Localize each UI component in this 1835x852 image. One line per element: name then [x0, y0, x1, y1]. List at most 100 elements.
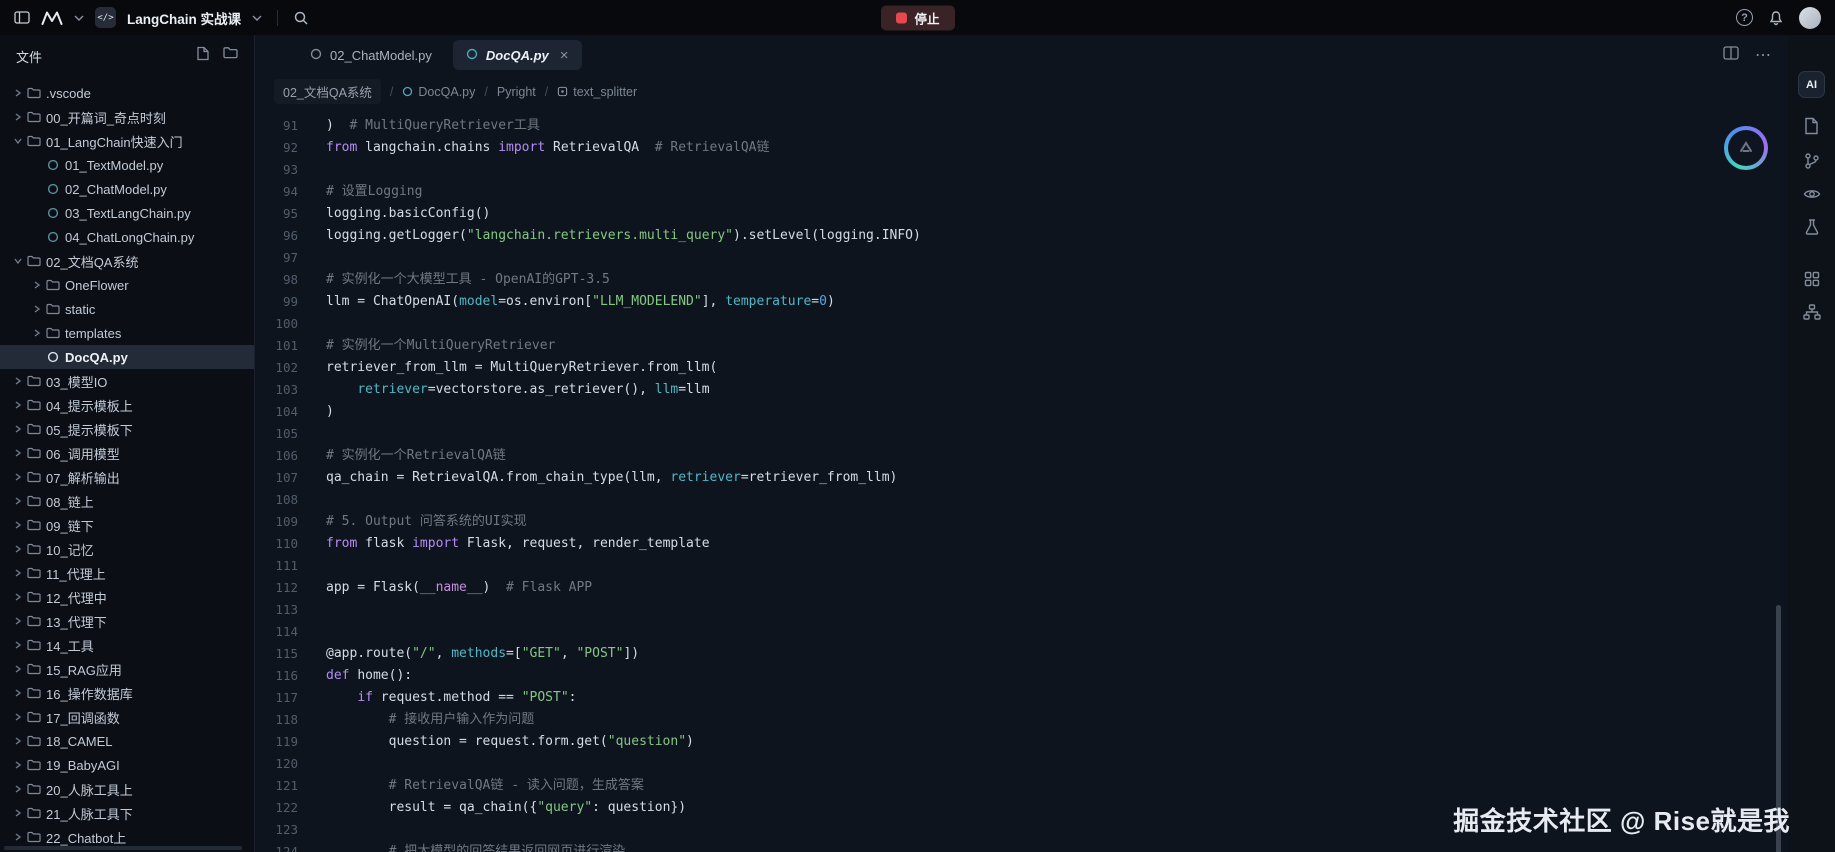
tree-file-04_ChatLongChain.py[interactable]: 04_ChatLongChain.py — [0, 225, 254, 249]
tree-folder-02_文档QA系统[interactable]: 02_文档QA系统 — [0, 249, 254, 273]
tree-folder-08_链上[interactable]: 08_链上 — [0, 489, 254, 513]
tree-folder-18_CAMEL[interactable]: 18_CAMEL — [0, 729, 254, 753]
tree-folder-05_提示模板下[interactable]: 05_提示模板下 — [0, 417, 254, 441]
tree-folder-10_记忆[interactable]: 10_记忆 — [0, 537, 254, 561]
notifications-bell-icon[interactable] — [1768, 10, 1784, 26]
tree-folder-01_LangChain快速入门[interactable]: 01_LangChain快速入门 — [0, 129, 254, 153]
chevron-down-icon[interactable] — [74, 15, 84, 21]
code-line[interactable]: app = Flask(__name__) # Flask APP — [326, 577, 1788, 599]
tree-folder-16_操作数据库[interactable]: 16_操作数据库 — [0, 681, 254, 705]
new-folder-icon[interactable] — [223, 46, 238, 66]
breadcrumb-item[interactable]: 02_文档QA系统 — [274, 79, 381, 104]
code-line[interactable]: logging.getLogger("langchain.retrievers.… — [326, 225, 1788, 247]
app-logo[interactable] — [41, 11, 63, 25]
tree-folder-12_代理中[interactable]: 12_代理中 — [0, 585, 254, 609]
code-line[interactable]: if request.method == "POST": — [326, 687, 1788, 709]
code-line[interactable]: qa_chain = RetrievalQA.from_chain_type(l… — [326, 467, 1788, 489]
split-editor-icon[interactable] — [1723, 46, 1739, 65]
code-line[interactable]: # 实例化一个大模型工具 - OpenAI的GPT-3.5 — [326, 269, 1788, 291]
tree-folder-13_代理下[interactable]: 13_代理下 — [0, 609, 254, 633]
code-editor[interactable]: 9192939495969798991001011021031041051061… — [255, 108, 1788, 852]
code-line[interactable]: # 实例化一个RetrievalQA链 — [326, 445, 1788, 467]
tree-file-DocQA.py[interactable]: DocQA.py — [0, 345, 254, 369]
code-line[interactable]: llm = ChatOpenAI(model=os.environ["LLM_M… — [326, 291, 1788, 313]
code-line[interactable] — [326, 313, 1788, 335]
code-line[interactable]: from flask import Flask, request, render… — [326, 533, 1788, 555]
tree-folder-07_解析输出[interactable]: 07_解析输出 — [0, 465, 254, 489]
eye-icon[interactable] — [1803, 187, 1821, 201]
close-icon[interactable]: × — [560, 48, 569, 63]
help-icon[interactable]: ? — [1736, 9, 1753, 26]
tree-folder-20_人脉工具上[interactable]: 20_人脉工具上 — [0, 777, 254, 801]
tree-folder-14_工具[interactable]: 14_工具 — [0, 633, 254, 657]
code-line[interactable]: # 实例化一个MultiQueryRetriever — [326, 335, 1788, 357]
tree-file-01_TextModel.py[interactable]: 01_TextModel.py — [0, 153, 254, 177]
tree-file-03_TextLangChain.py[interactable]: 03_TextLangChain.py — [0, 201, 254, 225]
code-line[interactable]: def home(): — [326, 665, 1788, 687]
workspace-name[interactable]: LangChain 实战课 — [127, 8, 241, 28]
tab-docqa-py[interactable]: DocQA.py × — [453, 40, 582, 70]
code-line[interactable] — [326, 555, 1788, 577]
code-surface[interactable]: ) # MultiQueryRetriever工具from langchain.… — [325, 115, 1788, 852]
search-icon[interactable] — [293, 10, 309, 26]
notebook-icon[interactable] — [1804, 117, 1819, 135]
tree-folder-15_RAG应用[interactable]: 15_RAG应用 — [0, 657, 254, 681]
code-line[interactable] — [326, 753, 1788, 775]
flask-icon[interactable] — [1804, 218, 1820, 236]
code-line[interactable]: # 接收用户输入作为问题 — [326, 709, 1788, 731]
tree-folder-templates[interactable]: templates — [0, 321, 254, 345]
tree-folder-06_调用模型[interactable]: 06_调用模型 — [0, 441, 254, 465]
code-line[interactable]: @app.route("/", methods=["GET", "POST"]) — [326, 643, 1788, 665]
code-line[interactable]: logging.basicConfig() — [326, 203, 1788, 225]
tab-02-chatmodel-py[interactable]: 02_ChatModel.py — [297, 40, 445, 70]
git-branch-icon[interactable] — [1803, 152, 1821, 170]
code-line[interactable]: retriever=vectorstore.as_retriever(), ll… — [326, 379, 1788, 401]
line-number: 100 — [255, 313, 298, 335]
new-file-icon[interactable] — [196, 46, 210, 66]
tree-folder-00_开篇词_奇点时刻[interactable]: 00_开篇词_奇点时刻 — [0, 105, 254, 129]
code-line[interactable]: from langchain.chains import RetrievalQA… — [326, 137, 1788, 159]
breadcrumb-item[interactable]: text_splitter — [557, 85, 637, 99]
code-line[interactable]: ) # MultiQueryRetriever工具 — [326, 115, 1788, 137]
code-line[interactable]: # 设置Logging — [326, 181, 1788, 203]
code-line[interactable]: question = request.form.get("question") — [326, 731, 1788, 753]
line-number: 115 — [255, 643, 298, 665]
code-line[interactable]: retriever_from_llm = MultiQueryRetriever… — [326, 357, 1788, 379]
code-line[interactable]: ) — [326, 401, 1788, 423]
code-line[interactable]: # 把大模型的回答结果返回网页进行渲染 — [326, 841, 1788, 852]
sidebar-horizontal-scrollbar[interactable] — [4, 846, 242, 850]
grid-icon[interactable] — [1804, 271, 1820, 287]
stop-button[interactable]: 停止 — [880, 5, 954, 30]
tree-folder-19_BabyAGI[interactable]: 19_BabyAGI — [0, 753, 254, 777]
code-line[interactable] — [326, 489, 1788, 511]
tree-folder-03_模型IO[interactable]: 03_模型IO — [0, 369, 254, 393]
window-layout-icon[interactable] — [14, 11, 30, 24]
folder-icon — [44, 279, 62, 291]
tree-folder-11_代理上[interactable]: 11_代理上 — [0, 561, 254, 585]
line-number: 113 — [255, 599, 298, 621]
code-line[interactable] — [326, 159, 1788, 181]
tree-folder-17_回调函数[interactable]: 17_回调函数 — [0, 705, 254, 729]
tree-folder-09_链下[interactable]: 09_链下 — [0, 513, 254, 537]
code-line[interactable] — [326, 247, 1788, 269]
code-line[interactable]: # RetrievalQA链 - 读入问题，生成答案 — [326, 775, 1788, 797]
structure-icon[interactable] — [1803, 304, 1821, 320]
more-options-icon[interactable]: ⋯ — [1755, 45, 1772, 65]
line-number: 102 — [255, 357, 298, 379]
breadcrumb-item[interactable]: DocQA.py — [402, 85, 475, 99]
tree-folder-static[interactable]: static — [0, 297, 254, 321]
breadcrumb-item[interactable]: Pyright — [497, 85, 536, 99]
code-line[interactable]: # 5. Output 问答系统的UI实现 — [326, 511, 1788, 533]
workspace-icon[interactable]: </> — [95, 7, 116, 28]
tree-folder-21_人脉工具下[interactable]: 21_人脉工具下 — [0, 801, 254, 825]
tree-folder-04_提示模板上[interactable]: 04_提示模板上 — [0, 393, 254, 417]
code-line[interactable] — [326, 423, 1788, 445]
tree-folder-OneFlower[interactable]: OneFlower — [0, 273, 254, 297]
chevron-down-icon[interactable] — [252, 15, 262, 21]
code-line[interactable] — [326, 599, 1788, 621]
tree-folder-.vscode[interactable]: .vscode — [0, 81, 254, 105]
code-line[interactable] — [326, 621, 1788, 643]
user-avatar[interactable] — [1799, 7, 1821, 29]
tree-file-02_ChatModel.py[interactable]: 02_ChatModel.py — [0, 177, 254, 201]
ai-assistant-button[interactable]: AI — [1798, 71, 1825, 98]
